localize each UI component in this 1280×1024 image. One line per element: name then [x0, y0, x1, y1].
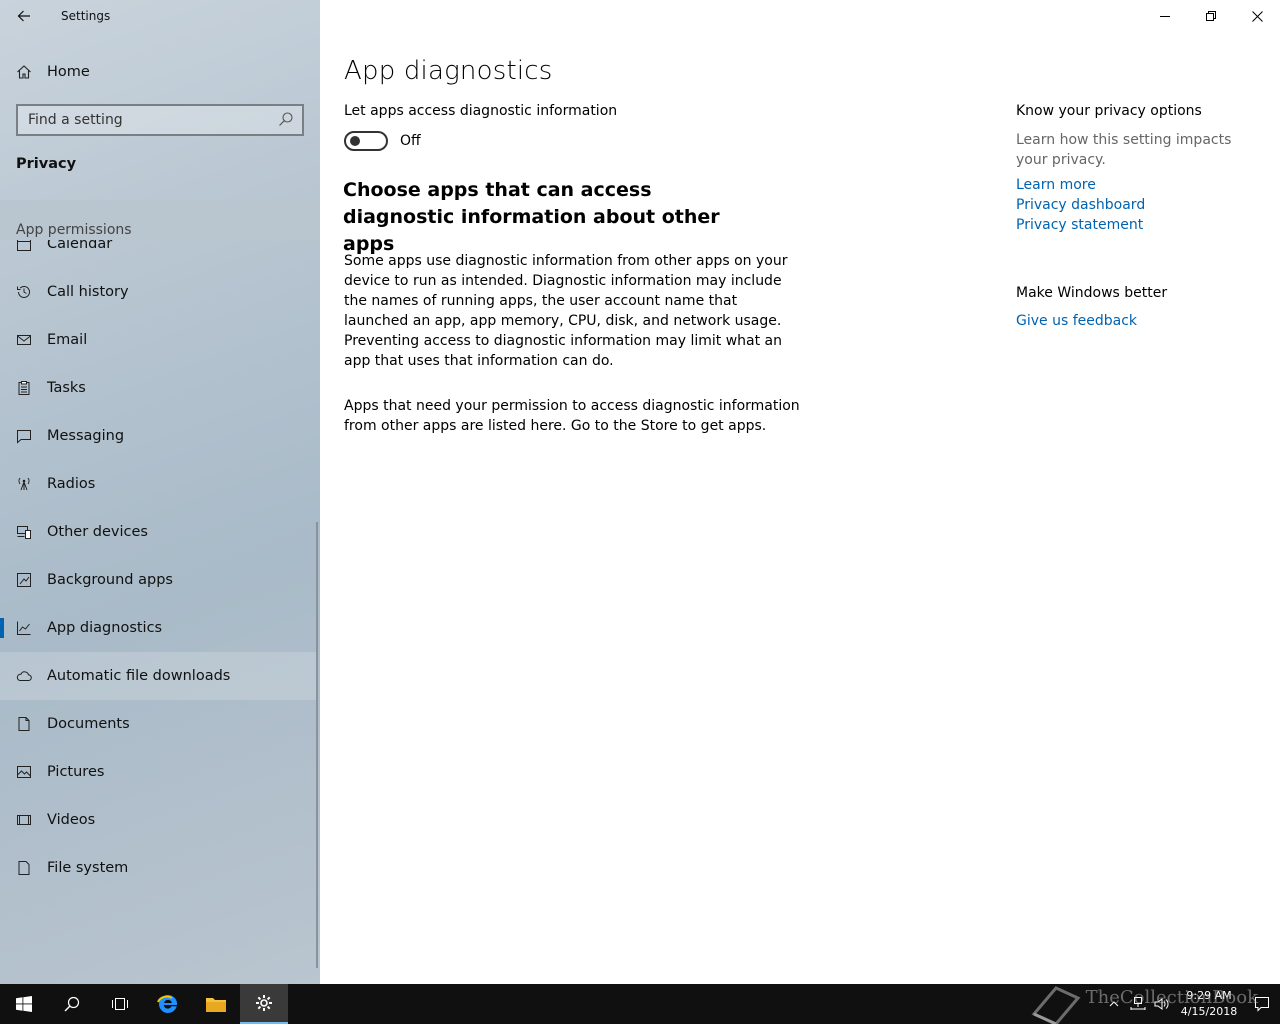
sidebar-item-label: Pictures — [47, 764, 105, 780]
group-title: App permissions — [16, 222, 132, 238]
close-icon — [1251, 10, 1263, 22]
window-controls — [1142, 0, 1280, 32]
file-explorer-icon — [206, 998, 226, 1012]
watermark-text: TheCollectionBook — [1085, 987, 1258, 1008]
settings-gear-icon — [256, 995, 272, 1011]
sidebar-item-label: App diagnostics — [47, 620, 163, 636]
mail-icon — [0, 332, 47, 348]
main-content: App diagnostics Let apps access diagnost… — [320, 0, 1280, 984]
video-icon — [0, 812, 47, 828]
home-icon — [0, 64, 47, 80]
make-windows-better-heading: Make Windows better — [1016, 285, 1168, 301]
sidebar-item-label: Automatic file downloads — [47, 668, 231, 684]
page-title: App diagnostics — [344, 56, 553, 86]
back-button[interactable] — [0, 0, 48, 32]
start-icon — [16, 996, 32, 1012]
title-bar: Settings — [0, 0, 320, 32]
start-button[interactable] — [0, 984, 48, 1024]
sidebar-item-file-system[interactable]: File system — [0, 844, 318, 892]
privacy-statement-link[interactable]: Privacy statement — [1016, 217, 1143, 233]
restore-button[interactable] — [1188, 0, 1234, 32]
give-feedback-link[interactable]: Give us feedback — [1016, 313, 1137, 329]
close-button[interactable] — [1234, 0, 1280, 32]
taskbar-search-button[interactable] — [48, 984, 96, 1024]
sidebar-item-label: Background apps — [47, 572, 173, 588]
toggle-label: Let apps access diagnostic information — [344, 103, 618, 119]
privacy-options-text: Learn how this setting impacts your priv… — [1016, 132, 1232, 168]
search-box[interactable] — [16, 104, 304, 136]
description-paragraph: Some apps use diagnostic information fro… — [344, 253, 788, 369]
system-tray: 9:29 AM 4/15/2018 TheCollectionBook — [1031, 984, 1280, 1024]
sidebar-item-call-history[interactable]: Call history — [0, 268, 318, 316]
sidebar-item-label: Videos — [47, 812, 96, 828]
toggle-knob — [350, 136, 360, 146]
sidebar-item-app-diagnostics[interactable]: App diagnostics — [0, 604, 318, 652]
nav-list: Calendar Call history Email Tasks Messag… — [0, 232, 320, 984]
edge-button[interactable] — [144, 984, 192, 1024]
antenna-icon — [0, 476, 47, 492]
section-title: Privacy — [16, 156, 77, 172]
toggle-state-text: Off — [400, 133, 421, 149]
diagnostics-chart-icon — [0, 620, 47, 636]
sidebar-item-videos[interactable]: Videos — [0, 796, 318, 844]
back-arrow-icon — [17, 10, 30, 22]
learn-more-link[interactable]: Learn more — [1016, 177, 1096, 193]
sidebar-item-messaging[interactable]: Messaging — [0, 412, 318, 460]
file-icon — [0, 860, 47, 876]
sidebar-item-radios[interactable]: Radios — [0, 460, 318, 508]
clipboard-icon — [0, 380, 47, 396]
cloud-icon — [0, 668, 47, 684]
minimize-button[interactable] — [1142, 0, 1188, 32]
home-label: Home — [47, 64, 90, 80]
task-view-icon — [112, 998, 128, 1010]
search-input[interactable] — [28, 112, 268, 128]
sidebar-item-label: File system — [47, 860, 129, 876]
sidebar-item-pictures[interactable]: Pictures — [0, 748, 318, 796]
sidebar: Settings Home Privacy Calendar Call hist… — [0, 0, 320, 984]
app-title: Settings — [61, 9, 111, 23]
nav-home[interactable]: Home — [0, 52, 320, 92]
settings-taskbar-button[interactable] — [240, 984, 288, 1024]
sidebar-scrollbar[interactable] — [316, 522, 318, 968]
sub-heading: Choose apps that can access diagnostic i… — [343, 179, 720, 255]
book-logo-icon — [1031, 986, 1081, 1024]
taskbar: 9:29 AM 4/15/2018 TheCollectionBook — [0, 984, 1280, 1024]
task-view-button[interactable] — [96, 984, 144, 1024]
file-explorer-button[interactable] — [192, 984, 240, 1024]
picture-icon — [0, 764, 47, 780]
background-apps-icon — [0, 572, 47, 588]
restore-icon — [1206, 11, 1216, 21]
minimize-icon — [1160, 16, 1170, 17]
sidebar-item-label: Tasks — [47, 380, 86, 396]
sidebar-item-email[interactable]: Email — [0, 316, 318, 364]
sidebar-item-label: Email — [47, 332, 88, 348]
sidebar-item-label: Messaging — [47, 428, 125, 444]
edge-icon — [157, 994, 178, 1013]
apps-list-info: Apps that need your permission to access… — [344, 398, 800, 434]
document-icon — [0, 716, 47, 732]
privacy-dashboard-link[interactable]: Privacy dashboard — [1016, 197, 1145, 213]
chat-icon — [0, 428, 47, 444]
devices-icon — [0, 524, 47, 540]
history-icon — [0, 284, 47, 300]
diagnostic-access-toggle[interactable] — [344, 131, 388, 151]
sidebar-item-label: Radios — [47, 476, 96, 492]
sidebar-item-label: Documents — [47, 716, 130, 732]
sidebar-item-documents[interactable]: Documents — [0, 700, 318, 748]
sidebar-item-label: Call history — [47, 284, 129, 300]
sidebar-item-tasks[interactable]: Tasks — [0, 364, 318, 412]
sidebar-item-label: Other devices — [47, 524, 148, 540]
search-icon — [64, 996, 80, 1012]
search-icon[interactable] — [278, 111, 294, 127]
sidebar-item-automatic-file-downloads[interactable]: Automatic file downloads — [0, 652, 318, 700]
privacy-options-heading: Know your privacy options — [1016, 103, 1202, 119]
sidebar-item-background-apps[interactable]: Background apps — [0, 556, 318, 604]
sidebar-item-other-devices[interactable]: Other devices — [0, 508, 318, 556]
